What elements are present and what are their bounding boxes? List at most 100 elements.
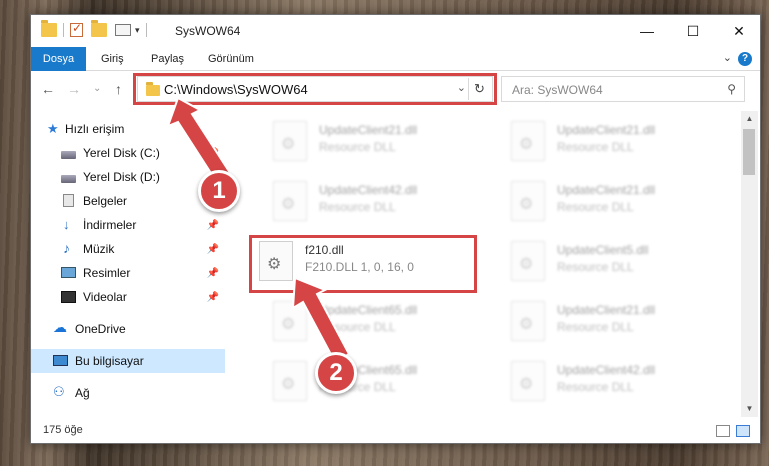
sidebar-item-label: Hızlı erişim [65,122,125,136]
maximize-button[interactable]: ☐ [670,15,716,47]
file-name: UpdateClient5.dll [557,243,649,257]
dll-file-icon [511,361,545,401]
pictures-icon [61,267,76,278]
sidebar-item-label: Yerel Disk (D:) [83,170,160,184]
help-icon[interactable]: ? [738,52,752,66]
search-box[interactable]: Ara: SysWOW64 ⚲ [501,76,745,102]
step-1-badge: 1 [198,170,240,212]
sidebar-item-label: Ağ [75,386,90,400]
minimize-button[interactable]: — [624,15,670,47]
sidebar-item-pictures[interactable]: Resimler 📌 [31,261,225,285]
tab-paylas[interactable]: Paylaş [151,47,184,71]
file-item[interactable]: UpdateClient21.dll Resource DLL [483,175,693,227]
file-item[interactable]: UpdateClient21.dll Resource DLL [483,295,693,347]
drive-icon [61,151,76,159]
dll-file-icon [511,181,545,221]
details-view-icon[interactable] [716,425,730,437]
sidebar-item-label: Belgeler [83,194,128,208]
sidebar-item-label: Yerel Disk (C:) [83,146,160,160]
file-description: Resource DLL [319,140,396,154]
sidebar-item-this-pc[interactable]: Bu bilgisayar [31,349,225,373]
status-bar: 175 öğe [31,419,760,443]
recent-locations-button[interactable]: ⌄ [93,83,101,94]
separator [145,23,147,37]
customize-icon[interactable] [115,24,131,36]
dll-file-icon [273,121,307,161]
sidebar-item-label: Müzik [83,242,115,256]
pin-icon[interactable]: 📌 [207,220,219,231]
file-description: Resource DLL [557,260,634,274]
sidebar-item-onedrive[interactable]: ☁ OneDrive [31,317,225,341]
back-button[interactable]: ← [41,81,55,97]
computer-icon [53,355,68,366]
pin-icon[interactable]: 📌 [207,244,219,255]
sidebar-item-label: OneDrive [75,322,126,336]
file-name: UpdateClient21.dll [319,123,418,137]
scroll-up-icon[interactable]: ▲ [741,111,758,127]
file-item[interactable]: UpdateClient42.dll Resource DLL [483,355,693,407]
scroll-thumb[interactable] [743,129,755,175]
title-bar: ▾ SysWOW64 — ☐ ✕ [31,15,760,47]
file-explorer-window: ▾ SysWOW64 — ☐ ✕ Dosya Giriş Paylaş Görü… [30,14,761,444]
separator [63,23,64,37]
new-folder-icon[interactable] [91,20,107,37]
file-item[interactable]: UpdateClient21.dll Resource DLL [483,115,693,167]
sidebar-item-label: Videolar [83,290,127,304]
search-icon[interactable]: ⚲ [727,82,736,96]
cloud-icon: ☁ [53,319,67,335]
ribbon-tabs: Dosya Giriş Paylaş Görünüm ⌄ ? [31,47,760,71]
file-description: Resource DLL [557,200,634,214]
scroll-down-icon[interactable]: ▼ [741,401,758,417]
forward-button[interactable]: → [67,81,81,97]
sidebar-item-label: Bu bilgisayar [75,354,144,368]
folder-icon [41,20,57,37]
dll-file-icon [273,181,307,221]
file-name: UpdateClient21.dll [557,303,656,317]
tab-giris[interactable]: Giriş [101,47,124,71]
file-description: Resource DLL [557,380,634,394]
file-description: Resource DLL [557,140,634,154]
file-name: UpdateClient21.dll [557,183,656,197]
dll-file-icon [511,241,545,281]
tiles-view-icon[interactable] [736,425,750,437]
network-icon: ⚇ [53,384,65,399]
tab-dosya[interactable]: Dosya [31,47,86,71]
window-title: SysWOW64 [175,24,241,38]
step-2-badge: 2 [315,352,357,394]
vertical-scrollbar[interactable]: ▲ ▼ [741,111,758,417]
properties-check-icon[interactable] [70,21,83,37]
search-input[interactable]: Ara: SysWOW64 [512,83,603,97]
file-name: UpdateClient42.dll [557,363,656,377]
drive-icon [61,175,76,183]
music-icon: ♪ [63,240,70,256]
up-button[interactable]: ↑ [115,81,122,97]
dll-file-icon [511,121,545,161]
qa-dropdown-icon[interactable]: ▾ [135,25,140,36]
tab-gorunum[interactable]: Görünüm [208,47,254,71]
file-description: Resource DLL [557,320,634,334]
video-icon [61,291,76,303]
file-item[interactable]: UpdateClient21.dll Resource DLL [245,115,455,167]
ribbon-expand-icon[interactable]: ⌄ [723,51,732,64]
file-description: Resource DLL [319,200,396,214]
star-icon: ★ [47,121,59,136]
file-item[interactable]: UpdateClient5.dll Resource DLL [483,235,693,287]
close-button[interactable]: ✕ [716,15,762,47]
item-count: 175 öğe [43,424,83,436]
sidebar-item-videos[interactable]: Videolar 📌 [31,285,225,309]
dll-file-icon [511,301,545,341]
sidebar-item-downloads[interactable]: ↓ İndirmeler 📌 [31,213,225,237]
file-item[interactable]: UpdateClient42.dll Resource DLL [245,175,455,227]
navigation-bar: ← → ⌄ ↑ C:\Windows\SysWOW64 ⌄ ↻ Ara: Sys… [31,73,760,107]
quick-access-toolbar: ▾ [41,20,153,37]
download-icon: ↓ [63,217,70,232]
sidebar-item-label: İndirmeler [83,218,137,232]
sidebar-item-music[interactable]: ♪ Müzik 📌 [31,237,225,261]
file-name: UpdateClient21.dll [557,123,656,137]
sidebar-item-network[interactable]: ⚇ Ağ [31,381,225,405]
pin-icon[interactable]: 📌 [207,292,219,303]
file-name: UpdateClient42.dll [319,183,418,197]
pin-icon[interactable]: 📌 [207,268,219,279]
document-icon [63,194,74,207]
sidebar-item-label: Resimler [83,266,131,280]
